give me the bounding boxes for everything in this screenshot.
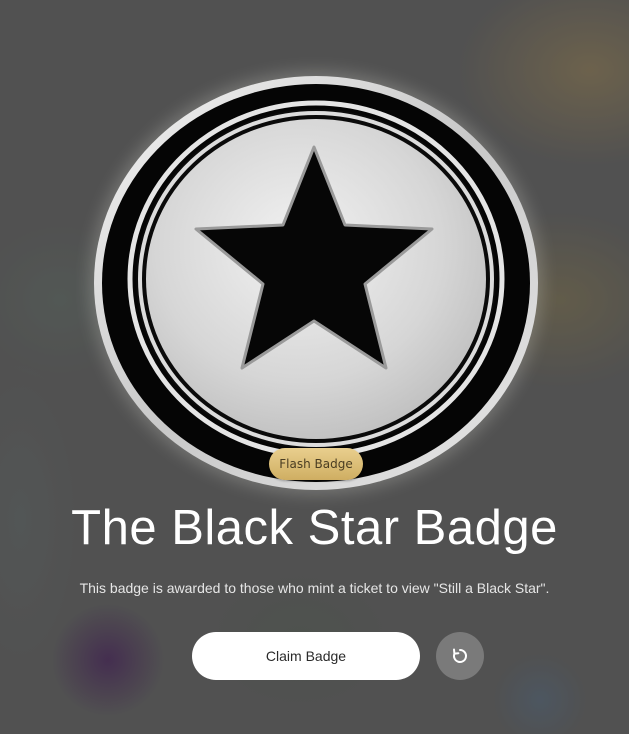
badge-medallion bbox=[83, 65, 549, 501]
refresh-button[interactable] bbox=[436, 632, 484, 680]
flash-badge-tag: Flash Badge bbox=[269, 448, 363, 480]
refresh-icon bbox=[453, 648, 467, 663]
badge-graphic bbox=[94, 76, 538, 490]
claim-badge-button[interactable]: Claim Badge bbox=[192, 632, 420, 680]
badge-description: This badge is awarded to those who mint … bbox=[79, 580, 550, 596]
badge-title: The Black Star Badge bbox=[71, 501, 558, 555]
